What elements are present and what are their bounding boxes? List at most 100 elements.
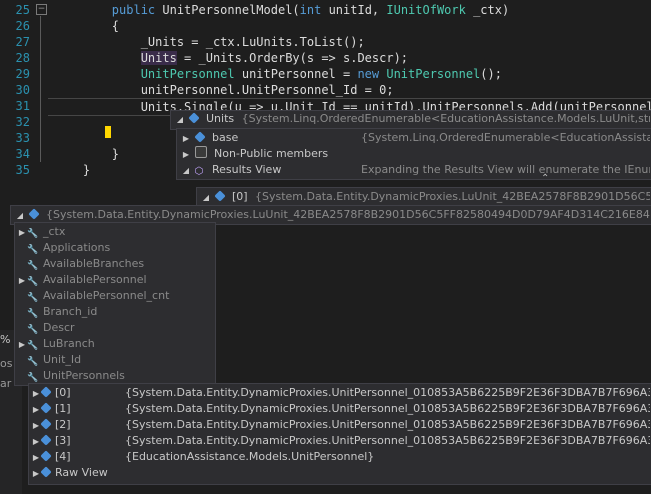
expand-icon[interactable]: ▶ [181, 147, 191, 162]
row-value: {System.Linq.OrderedEnumerable<Education… [361, 131, 650, 144]
collapse-icon[interactable]: ◢ [15, 208, 25, 223]
item-icon [40, 418, 52, 430]
expand-icon[interactable]: ◢ [175, 112, 185, 127]
expand-icon[interactable]: ▶ [31, 418, 41, 433]
datatip-units-children[interactable]: ▶ base {System.Linq.OrderedEnumerable<Ed… [176, 128, 651, 184]
item-icon [213, 190, 226, 202]
expand-icon[interactable]: ▶ [17, 337, 27, 352]
member-name: Applications [43, 241, 111, 254]
expand-icon[interactable]: ▶ [31, 402, 41, 417]
code-line[interactable]: UnitPersonnel unitPersonnel = new UnitPe… [54, 66, 502, 82]
pin-icon[interactable]: ⌃ [541, 173, 549, 184]
row-name: base [212, 131, 239, 144]
list-item[interactable]: ▶ [4] {EducationAssistance.Models.UnitPers… [31, 449, 650, 465]
code-token: IUnitOfWork [386, 3, 466, 17]
row-name: [1] [55, 402, 71, 415]
field-icon [187, 112, 200, 124]
code-token: unitId, [321, 3, 387, 17]
datatip-row[interactable]: ◢ ⬡ Results View [181, 162, 361, 178]
item-icon [27, 208, 40, 220]
item-icon [40, 386, 52, 398]
code-line[interactable]: { [54, 18, 119, 34]
code-token: } [82, 163, 91, 177]
row-name: Results View [212, 163, 282, 176]
member-row[interactable]: 🔧 Unit_Id [17, 352, 213, 368]
expand-icon[interactable]: ▶ [31, 386, 41, 401]
expand-icon[interactable]: ▶ [31, 466, 41, 481]
row-name: [4] [55, 450, 71, 463]
member-name: AvailablePersonnel_cnt [43, 289, 170, 302]
code-token: Units [140, 51, 177, 65]
member-name: UnitPersonnels [43, 369, 125, 382]
expand-icon[interactable]: ▶ [31, 450, 41, 465]
list-item[interactable]: ▶ [2] {System.Data.Entity.DynamicProxies.U… [31, 417, 650, 433]
code-line[interactable]: } [54, 146, 119, 162]
code-token: new [357, 67, 387, 81]
row-name: [0] [55, 386, 71, 399]
expand-icon[interactable]: ▶ [181, 131, 191, 146]
datatip-luunit-members[interactable]: ▶ 🔧 _ctx 🔧 Applications 🔧 AvailableBranches ▶… [14, 222, 216, 386]
line-number: 31 [15, 99, 30, 113]
datatip-results-item[interactable]: ◢ [0] {System.Data.Entity.DynamicProxies… [196, 187, 651, 207]
row-name: Non-Public members [214, 147, 329, 160]
non-public-icon [194, 146, 207, 158]
member-row[interactable]: ▶ 🔧 LuBranch [17, 336, 213, 352]
member-row[interactable]: 🔧 AvailablePersonnel_cnt [17, 288, 213, 304]
code-line[interactable]: public UnitPersonnelModel(int unitId, IU… [54, 2, 509, 18]
datatip-units[interactable]: ◢ Units {System.Linq.OrderedEnumerable<E… [170, 110, 651, 130]
code-line[interactable]: Units = _Units.OrderBy(s => s.Descr); [54, 50, 408, 66]
property-icon: 🔧 [27, 373, 39, 383]
property-icon: 🔧 [27, 325, 39, 335]
member-row[interactable]: 🔧 Branch_id [17, 304, 213, 320]
code-line[interactable]: } [54, 162, 90, 178]
member-row[interactable]: 🔧 Applications [17, 240, 213, 256]
member-row[interactable]: 🔧 UnitPersonnels [17, 368, 213, 384]
collapse-icon[interactable]: ◢ [181, 163, 191, 178]
line-number: 25 [15, 3, 30, 17]
member-name: AvailableBranches [43, 257, 145, 270]
member-name: LuBranch [43, 337, 95, 350]
code-line[interactable]: unitPersonnel.UnitPersonnel_Id = 0; [54, 82, 394, 98]
property-icon: 🔧 [27, 277, 39, 287]
row-value: {System.Data.Entity.DynamicProxies.LuUni… [46, 208, 650, 221]
line-number: 29 [15, 67, 30, 81]
code-token: = _Units.OrderBy(s => s.Descr); [176, 51, 409, 65]
expand-icon[interactable]: ▶ [31, 434, 41, 449]
datatip-row[interactable]: ▶ base [181, 130, 361, 146]
member-row[interactable]: 🔧 AvailableBranches [17, 256, 213, 272]
datatip-header-name: Units [206, 112, 235, 125]
datatip-unitpersonnels[interactable]: ▶ [0] {System.Data.Entity.DynamicProxies.U… [28, 383, 651, 485]
item-icon [40, 450, 52, 462]
line-number: 35 [15, 163, 30, 177]
list-item[interactable]: ▶ [0] {System.Data.Entity.DynamicProxies.U… [31, 385, 650, 401]
line-number: 33 [15, 131, 30, 145]
member-row[interactable]: ▶ 🔧 AvailablePersonnel [17, 272, 213, 288]
property-icon: 🔧 [27, 341, 39, 351]
code-token: _Units = _ctx.LuUnits.ToList(); [140, 35, 365, 49]
code-token: int [299, 3, 322, 17]
code-line[interactable]: _Units = _ctx.LuUnits.ToList(); [54, 34, 365, 50]
list-item[interactable]: ▶ [1] {System.Data.Entity.DynamicProxies.U… [31, 401, 650, 417]
datatip-row[interactable]: ▶ Non-Public members [181, 146, 381, 162]
member-row[interactable]: 🔧 Descr [17, 320, 213, 336]
property-icon: 🔧 [27, 229, 39, 239]
code-token: UnitPersonnel [140, 67, 235, 81]
list-item[interactable]: ▶ [3] {System.Data.Entity.DynamicProxies.U… [31, 433, 650, 449]
collapse-icon[interactable]: ◢ [201, 190, 211, 205]
member-name: Branch_id [43, 305, 98, 318]
code-token: UnitPersonnel [386, 67, 481, 81]
code-token: UnitPersonnelModel( [162, 3, 300, 17]
line-number: 26 [15, 19, 30, 33]
row-value: Expanding the Results View will enumerat… [361, 163, 650, 176]
code-token: unitPersonnel = [234, 67, 358, 81]
expand-icon[interactable]: ▶ [17, 225, 27, 240]
list-item[interactable]: ▶ Raw View [31, 465, 650, 481]
member-row[interactable]: ▶ 🔧 _ctx [17, 224, 213, 240]
row-value: {System.Data.Entity.DynamicProxies.UnitP… [125, 386, 650, 399]
code-token: public [111, 3, 163, 17]
expand-icon[interactable]: ▶ [17, 273, 27, 288]
collapse-region-icon[interactable]: − [36, 4, 47, 15]
